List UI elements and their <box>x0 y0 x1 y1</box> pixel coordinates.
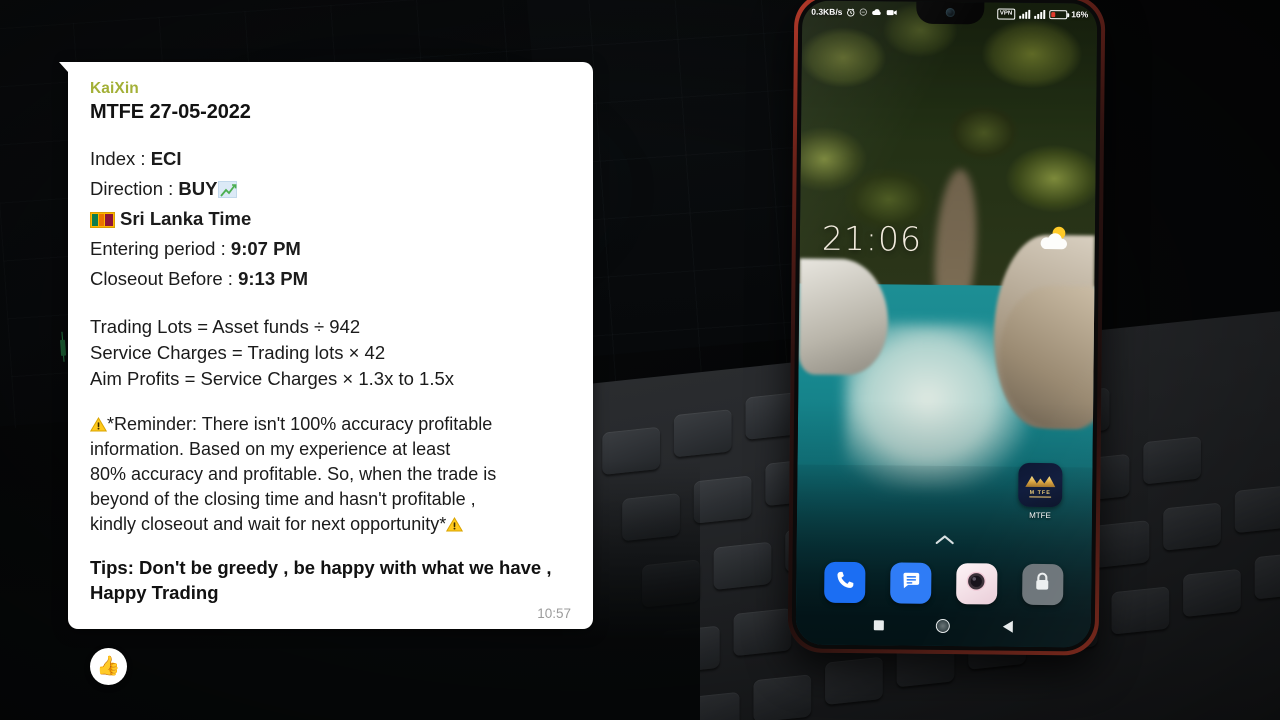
dock <box>796 561 1091 606</box>
reminder-line-4: beyond of the closing time and hasn't pr… <box>90 489 476 509</box>
square-icon[interactable] <box>873 620 885 631</box>
navigation-bar <box>796 612 1091 639</box>
message-sender-name: KaiXin <box>90 80 139 97</box>
field-value-index: ECI <box>150 148 182 169</box>
closeout-before-label: Closeout Before : <box>90 268 239 289</box>
dnd-icon <box>859 8 868 16</box>
app-label-mtfe: MTFE <box>1029 510 1051 521</box>
screen-record-icon <box>886 8 897 16</box>
reminder-line-1: *Reminder: There isn't 100% accuracy pro… <box>89 412 571 437</box>
triangle-back-icon[interactable] <box>1002 620 1013 633</box>
bubble-footer: 10:57 <box>90 605 571 621</box>
message-field-index: Index : ECI <box>90 144 571 174</box>
thumbs-up-icon: 👍 <box>96 656 121 677</box>
signal-bars-icon <box>1019 9 1031 19</box>
app-icon-mtfe[interactable]: M TFE MTFE <box>1013 462 1068 521</box>
field-value-direction: BUY <box>178 178 218 199</box>
field-label-index: Index : <box>90 148 151 169</box>
vpn-icon: VPN <box>996 8 1016 20</box>
timezone-label: Sri Lanka Time <box>120 208 252 229</box>
network-speed-label: 0.3KB/s <box>811 6 843 17</box>
formula-aim-profits: Aim Profits = Service Charges × 1.3x to … <box>90 368 454 389</box>
message-reaction-thumbs-up[interactable]: 👍 <box>90 648 127 685</box>
battery-percent-label: 16% <box>1071 9 1089 20</box>
entering-period-label: Entering period : <box>90 238 231 259</box>
lock-icon <box>1032 571 1052 598</box>
chart-increasing-icon <box>218 181 238 198</box>
message-timestamp: 10:57 <box>537 606 571 621</box>
phone-screen[interactable]: 0.3KB/s VPN 16% 21:06 M TFE MTFE <box>795 0 1098 648</box>
reminder-line-3: 80% accuracy and profitable. So, when th… <box>90 464 497 484</box>
field-label-direction: Direction : <box>90 178 179 199</box>
formula-trading-lots: Trading Lots = Asset funds ÷ 942 <box>90 316 361 337</box>
phone-bezel: 0.3KB/s VPN 16% 21:06 M TFE MTFE <box>791 0 1102 652</box>
battery-icon <box>1049 9 1068 19</box>
sri-lanka-flag-icon <box>90 212 115 228</box>
warning-triangle-icon <box>446 514 464 532</box>
message-field-direction: Direction : BUY <box>90 174 571 204</box>
circle-icon[interactable] <box>936 618 951 634</box>
reminder-text-5: kindly closeout and wait for next opport… <box>90 514 447 534</box>
dock-item-security[interactable] <box>1021 563 1064 606</box>
camera-icon <box>963 568 989 599</box>
signal-bars-icon <box>1034 9 1046 19</box>
message-closeout-before: Closeout Before : 9:13 PM <box>90 264 571 294</box>
tips-line-1: Tips: Don't be greedy , be happy with wh… <box>90 557 552 578</box>
svg-text:M TFE: M TFE <box>1030 490 1051 496</box>
closeout-before-value: 9:13 PM <box>238 268 309 289</box>
status-bar-right: VPN 16% <box>996 8 1089 20</box>
reminder-line-2: information. Based on my experience at l… <box>90 439 451 459</box>
lockscreen-clock: 21:06 <box>821 218 923 259</box>
reminder-line-5: kindly closeout and wait for next opport… <box>90 512 571 537</box>
message-title: MTFE 27-05-2022 <box>90 101 251 123</box>
dock-item-camera[interactable] <box>955 563 998 605</box>
reminder-text-1: *Reminder: There isn't 100% accuracy pro… <box>107 414 493 434</box>
status-bar-left: 0.3KB/s <box>811 7 897 18</box>
dock-item-messages[interactable] <box>890 562 932 604</box>
phone-icon <box>834 569 856 596</box>
message-timezone-line: Sri Lanka Time <box>90 204 571 234</box>
wallpaper <box>795 0 1098 648</box>
dock-item-phone[interactable] <box>824 561 866 604</box>
message-icon <box>900 570 922 597</box>
phone-device: 0.3KB/s VPN 16% 21:06 M TFE MTFE <box>787 0 1106 656</box>
warning-triangle-icon <box>89 414 108 432</box>
entering-period-value: 9:07 PM <box>230 238 301 259</box>
cloud-icon <box>871 8 882 16</box>
status-bar[interactable]: 0.3KB/s VPN 16% <box>802 0 1097 25</box>
sun-behind-cloud-icon[interactable] <box>1037 225 1071 251</box>
wallpaper-overlay <box>795 0 1098 648</box>
mtfe-app-icon: M TFE <box>1018 462 1063 508</box>
alarm-clock-icon <box>846 7 855 17</box>
chevron-up-icon[interactable] <box>934 532 954 550</box>
tips-line-2: Happy Trading <box>90 582 219 603</box>
chat-message-bubble[interactable]: KaiXin MTFE 27-05-2022 Index : ECI Direc… <box>59 62 593 629</box>
formula-service-charges: Service Charges = Trading lots × 42 <box>90 342 386 363</box>
message-entering-period: Entering period : 9:07 PM <box>90 234 571 264</box>
